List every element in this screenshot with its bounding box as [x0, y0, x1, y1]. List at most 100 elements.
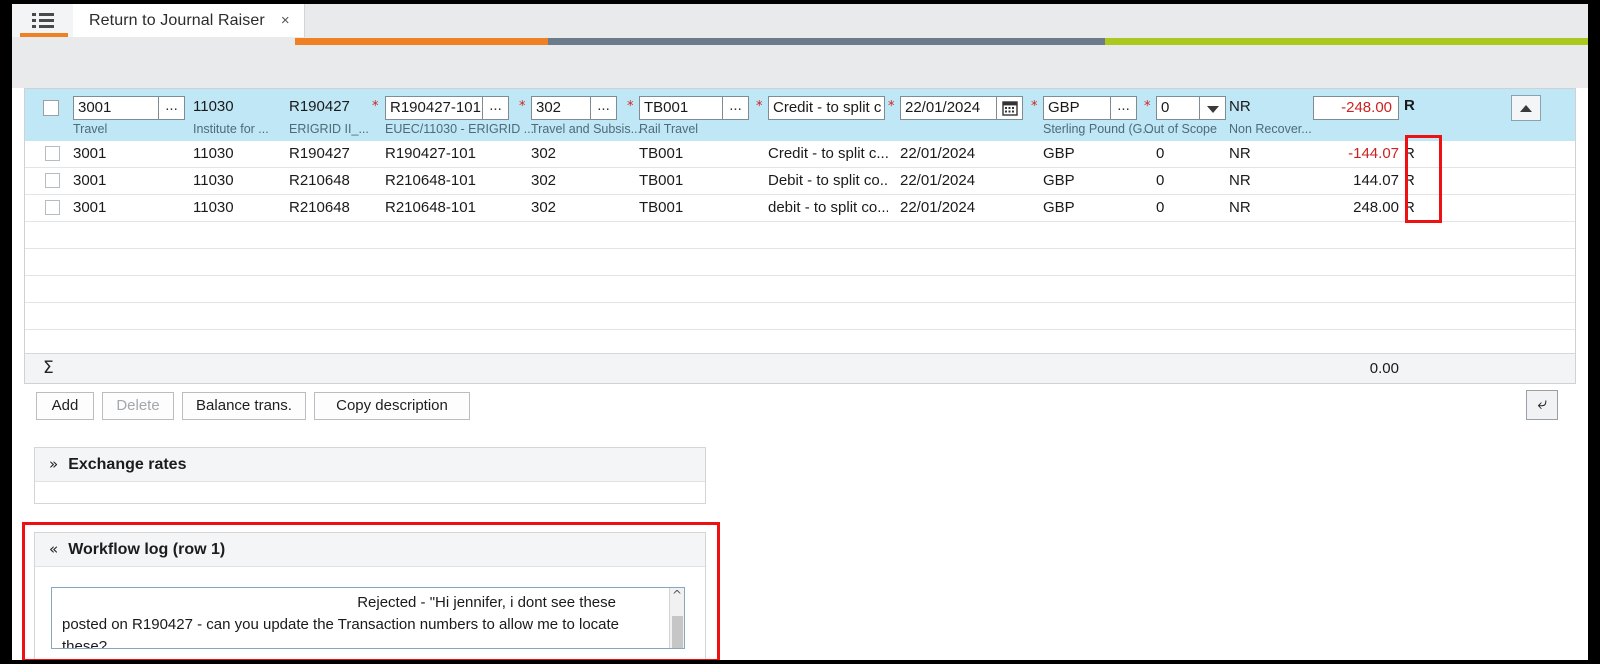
cell-currency: GBP — [1043, 172, 1103, 189]
project-task-input[interactable]: R190427-101 — [385, 96, 483, 120]
tab-strip: Return to Journal Raiser × — [12, 4, 1588, 37]
grid-edit-row[interactable]: 3001 ... Travel 11030 Institute for ... … — [25, 89, 1575, 141]
cell-date: 22/01/2024 — [900, 199, 1000, 216]
cell-recovery: NR — [1229, 145, 1289, 162]
description-required-marker: * — [756, 99, 763, 114]
chevron-up-icon: « — [49, 542, 58, 557]
cell-recovery: NR — [1229, 199, 1289, 216]
cell-description: Credit - to split c... — [768, 145, 888, 162]
cell-description: Debit - to split co... — [768, 172, 888, 189]
sub-code-input[interactable]: TB001 — [639, 96, 723, 120]
project-task-required-marker: * — [372, 99, 379, 114]
calendar-icon[interactable] — [997, 96, 1023, 120]
grid-body: 3001 11030 R190427 R190427-101 302 TB001… — [25, 141, 1575, 357]
project-value: R190427 — [289, 96, 375, 120]
cell-cost-centre: 3001 — [73, 199, 183, 216]
cost-centre-lookup-button[interactable]: ... — [159, 96, 185, 120]
workflow-log-line-2: posted on R190427 - can you update the T… — [62, 614, 664, 649]
empty-row[interactable] — [25, 222, 1575, 249]
cell-amount: -144.07 — [1313, 145, 1399, 162]
expense-code-lookup-button[interactable]: ... — [591, 96, 617, 120]
tab-label: Return to Journal Raiser — [89, 12, 265, 30]
cell-cost-centre: 3001 — [73, 172, 183, 189]
cell-sub-code: TB001 — [639, 172, 723, 189]
cell-currency: GBP — [1043, 199, 1103, 216]
close-icon[interactable]: × — [281, 13, 290, 28]
sub-code-required-marker: * — [627, 99, 634, 114]
cell-project-task: R210648-101 — [385, 172, 511, 189]
amount-input[interactable]: -248.00 — [1313, 96, 1399, 120]
recovery-sublabel: Non Recover... — [1229, 122, 1312, 136]
empty-row[interactable] — [25, 249, 1575, 276]
add-button[interactable]: Add — [36, 392, 94, 420]
expense-code-sublabel: Travel and Subsis... — [531, 122, 641, 136]
toolbar-spacer — [12, 46, 1588, 88]
cell-flag: R — [1404, 172, 1424, 189]
cost-centre-input[interactable]: 3001 — [73, 96, 159, 120]
row-checkbox[interactable] — [45, 200, 60, 215]
currency-lookup-button[interactable]: ... — [1111, 96, 1137, 120]
workflow-log-header[interactable]: « Workflow log (row 1) — [35, 533, 705, 567]
exchange-rates-header[interactable]: » Exchange rates — [35, 448, 705, 482]
project-sublabel: ERIGRID II_... — [289, 122, 369, 136]
progress-segment-1 — [295, 38, 548, 45]
main-menu-button[interactable] — [12, 4, 73, 37]
collapse-edit-row-button[interactable] — [1511, 95, 1541, 121]
date-input[interactable]: 22/01/2024 — [900, 96, 997, 120]
cell-sub-code: TB001 — [639, 145, 723, 162]
cell-expense-code: 302 — [531, 172, 587, 189]
cell-project: R210648 — [289, 172, 379, 189]
sub-code-sublabel: Rail Travel — [639, 122, 698, 136]
table-row[interactable]: 3001 11030 R210648 R210648-101 302 TB001… — [25, 168, 1575, 195]
empty-row[interactable] — [25, 276, 1575, 303]
tax-code-input[interactable]: 0 — [1156, 96, 1200, 120]
cell-flag: R — [1404, 145, 1424, 162]
cell-expense-code: 302 — [531, 145, 587, 162]
cell-expense-code: 302 — [531, 199, 587, 216]
cell-account: 11030 — [193, 199, 283, 216]
cell-account: 11030 — [193, 145, 283, 162]
row-checkbox[interactable] — [45, 173, 60, 188]
balance-trans-button[interactable]: Balance trans. — [182, 392, 306, 420]
project-task-sublabel: EUEC/11030 - ERIGRID ... — [385, 122, 534, 136]
chevron-up-icon[interactable]: ^ — [670, 588, 684, 602]
table-row[interactable]: 3001 11030 R190427 R190427-101 302 TB001… — [25, 141, 1575, 168]
workflow-log-scrollbar[interactable]: ^ — [669, 588, 684, 648]
row-select-checkbox[interactable] — [43, 100, 59, 116]
list-menu-icon — [32, 13, 54, 29]
currency-input[interactable]: GBP — [1043, 96, 1111, 120]
cell-sub-code: TB001 — [639, 199, 723, 216]
cell-project: R210648 — [289, 199, 379, 216]
account-value: 11030 — [193, 96, 285, 120]
account-sublabel: Institute for ... — [193, 122, 269, 136]
cost-centre-sublabel: Travel — [73, 122, 107, 136]
scrollbar-thumb[interactable] — [672, 616, 683, 649]
sum-icon: Σ — [43, 358, 54, 378]
submit-arrow-icon[interactable]: ⤶ — [1526, 390, 1558, 420]
sub-code-lookup-button[interactable]: ... — [723, 96, 749, 120]
cell-account: 11030 — [193, 172, 283, 189]
tab-return-to-journal-raiser[interactable]: Return to Journal Raiser × — [73, 4, 305, 37]
progress-segment-2 — [548, 38, 1105, 45]
empty-row[interactable] — [25, 303, 1575, 330]
edit-row-flag: R — [1404, 97, 1415, 114]
cell-project-task: R210648-101 — [385, 199, 511, 216]
table-row[interactable]: 3001 11030 R210648 R210648-101 302 TB001… — [25, 195, 1575, 222]
workflow-log-textarea[interactable]: Rejected - "Hi jennifer, i dont see thes… — [51, 587, 685, 649]
recovery-value: NR — [1229, 96, 1309, 120]
project-task-lookup-button[interactable]: ... — [483, 96, 509, 120]
grid-action-toolbar: Add Delete Balance trans. Copy descripti… — [24, 392, 1576, 424]
cell-description: debit - to split co... — [768, 199, 888, 216]
chevron-down-icon[interactable] — [1200, 96, 1226, 120]
cell-tax-code: 0 — [1156, 172, 1196, 189]
cell-flag: R — [1404, 199, 1424, 216]
workflow-log-section: « Workflow log (row 1) Rejected - "Hi je… — [34, 532, 706, 660]
workflow-progress-bar — [12, 37, 1588, 46]
cell-date: 22/01/2024 — [900, 172, 1000, 189]
tax-code-sublabel: Out of Scope — [1144, 122, 1217, 136]
row-checkbox[interactable] — [45, 146, 60, 161]
expense-code-input[interactable]: 302 — [531, 96, 591, 120]
description-input[interactable]: Credit - to split c — [768, 96, 885, 120]
exchange-rates-section: » Exchange rates — [34, 447, 706, 504]
copy-description-button[interactable]: Copy description — [314, 392, 470, 420]
